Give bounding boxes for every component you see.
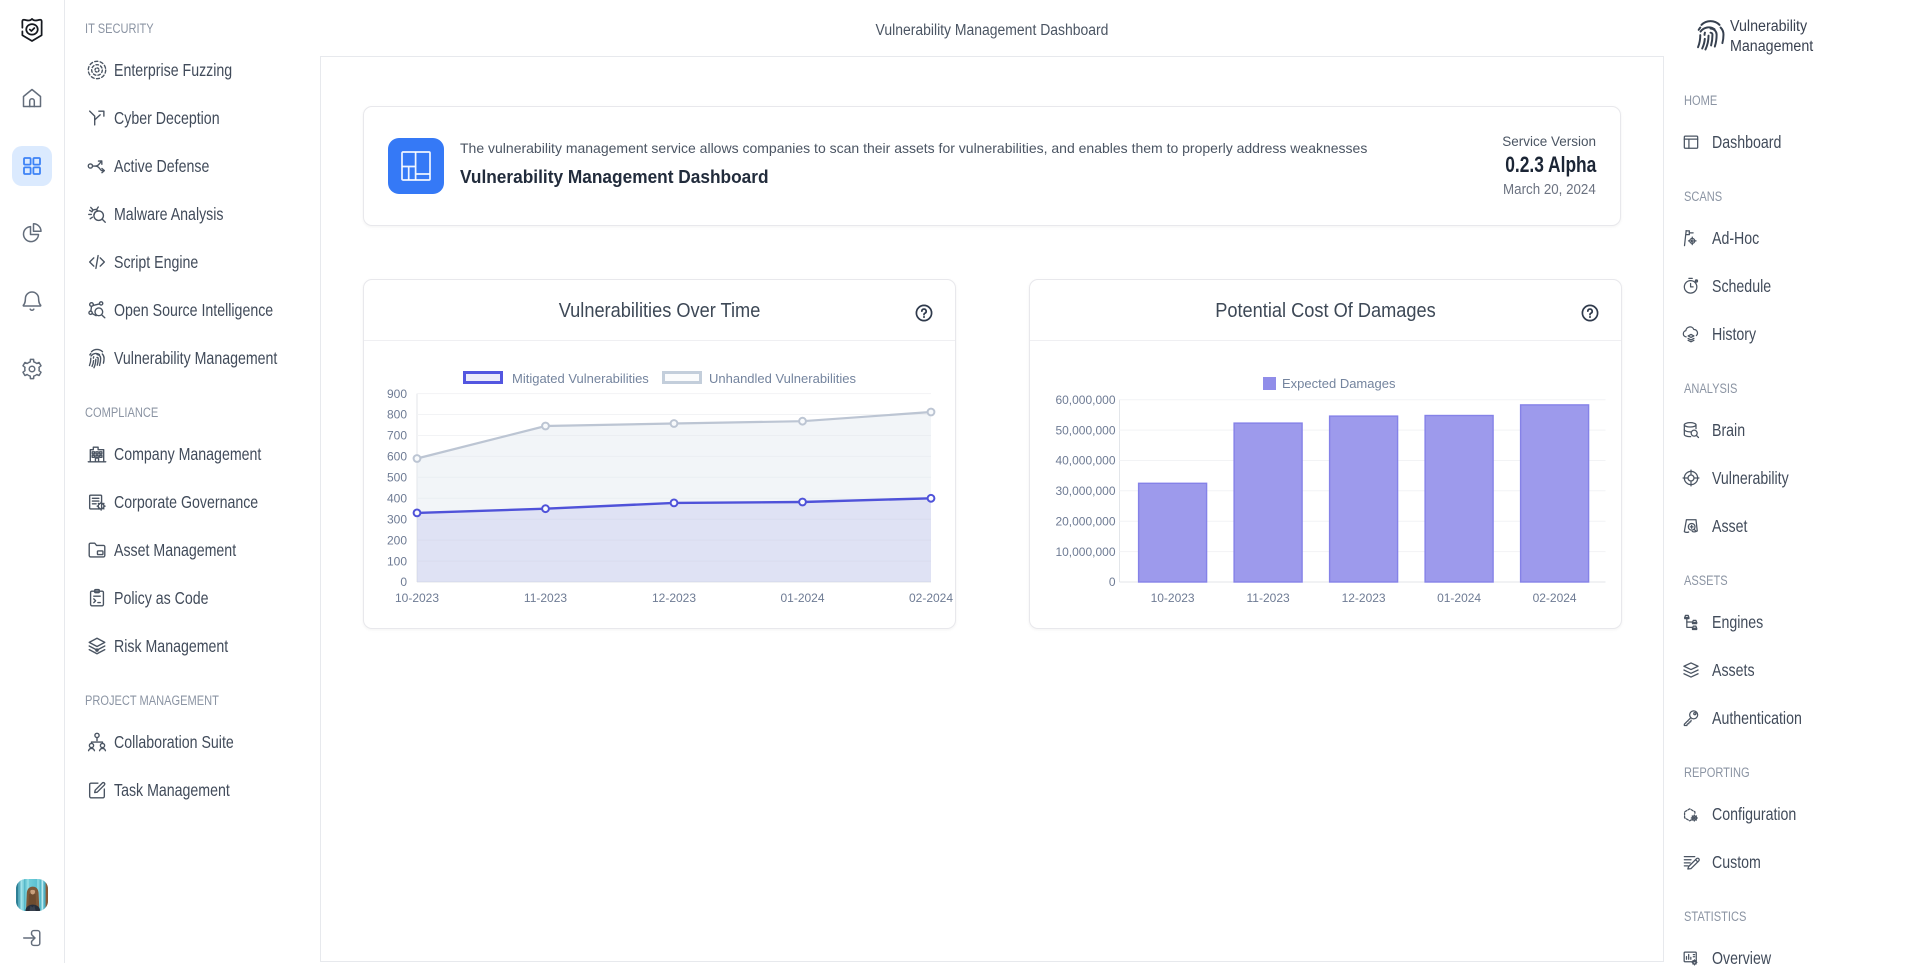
- svg-text:02-2024: 02-2024: [909, 591, 953, 605]
- svg-text:40,000,000: 40,000,000: [1055, 454, 1115, 468]
- svg-text:01-2024: 01-2024: [1437, 591, 1481, 605]
- svg-text:01-2024: 01-2024: [780, 591, 824, 605]
- svg-text:60,000,000: 60,000,000: [1055, 393, 1115, 407]
- svg-text:10-2023: 10-2023: [1151, 591, 1195, 605]
- svg-text:100: 100: [387, 554, 407, 568]
- svg-text:600: 600: [387, 450, 407, 464]
- svg-text:02-2024: 02-2024: [1533, 591, 1577, 605]
- svg-text:11-2023: 11-2023: [1247, 591, 1290, 605]
- svg-text:50,000,000: 50,000,000: [1055, 423, 1115, 437]
- svg-text:12-2023: 12-2023: [1342, 591, 1386, 605]
- svg-text:0: 0: [1109, 575, 1116, 589]
- svg-text:0: 0: [400, 575, 407, 589]
- svg-text:11-2023: 11-2023: [524, 591, 567, 605]
- svg-text:700: 700: [387, 429, 407, 443]
- svg-text:400: 400: [387, 492, 407, 506]
- svg-text:10,000,000: 10,000,000: [1055, 545, 1115, 559]
- svg-text:10-2023: 10-2023: [395, 591, 439, 605]
- svg-text:200: 200: [387, 533, 407, 547]
- svg-text:500: 500: [387, 471, 407, 485]
- svg-text:30,000,000: 30,000,000: [1055, 484, 1115, 498]
- svg-text:20,000,000: 20,000,000: [1055, 514, 1115, 528]
- svg-text:12-2023: 12-2023: [652, 591, 696, 605]
- svg-text:300: 300: [387, 512, 407, 526]
- svg-text:900: 900: [387, 387, 407, 401]
- svg-text:800: 800: [387, 408, 407, 422]
